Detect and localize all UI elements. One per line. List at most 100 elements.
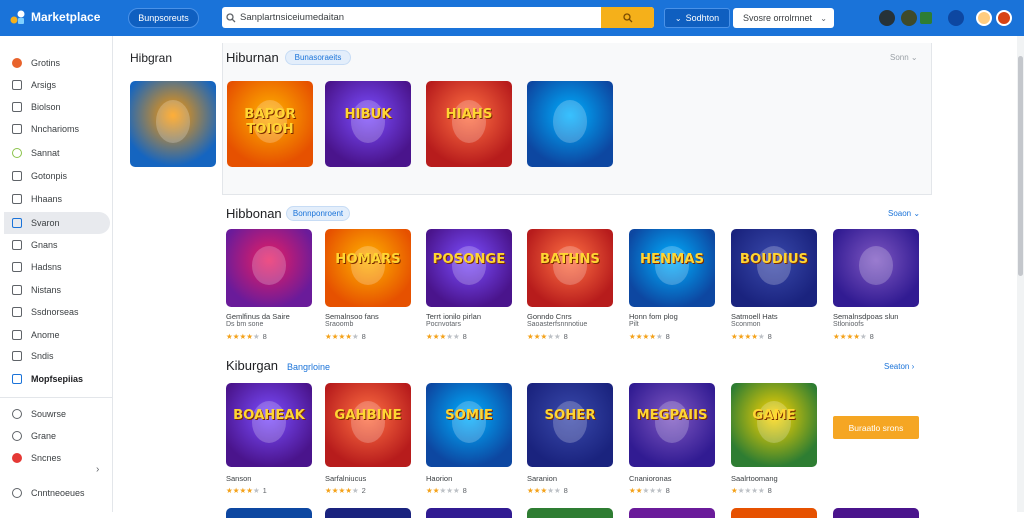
game-card-art[interactable] bbox=[833, 229, 919, 307]
game-card-art[interactable] bbox=[629, 508, 715, 518]
sidebar-item-label: Hhaans bbox=[31, 194, 63, 204]
game-card-art[interactable]: BOUDIUS bbox=[731, 229, 817, 307]
window-icon bbox=[10, 123, 23, 136]
header-pill-button[interactable]: Bunpsoreuts bbox=[128, 8, 199, 28]
tile-title-art: HENMAS bbox=[639, 252, 705, 268]
search-bar[interactable]: Sanplartnsiceiumedaitan bbox=[222, 7, 654, 28]
row2-chip[interactable]: Bangrloine bbox=[287, 362, 330, 372]
tile-title-art: BATHNS bbox=[540, 252, 600, 268]
party-icon[interactable] bbox=[901, 10, 917, 26]
monitor-icon bbox=[10, 101, 23, 114]
featured-see-all[interactable]: Sonn ⌄ bbox=[890, 53, 918, 62]
sidebar-item-7[interactable]: Svaron bbox=[4, 212, 110, 234]
featured-tile[interactable]: BAPOR TOIOH bbox=[227, 81, 313, 167]
game-card-title[interactable]: Gonndo Cnrs bbox=[527, 312, 572, 321]
game-card-art[interactable]: POSONGE bbox=[426, 229, 512, 307]
chevron-down-icon: ⌄ bbox=[674, 13, 682, 23]
notification-icon[interactable] bbox=[948, 10, 964, 26]
row1-chip[interactable]: Bonnponroent bbox=[286, 206, 350, 221]
sidebar-item-15[interactable]: Souwrse bbox=[4, 403, 110, 425]
sidebar-item-4[interactable]: Sannat bbox=[4, 142, 110, 164]
game-card-art[interactable]: BATHNS bbox=[527, 229, 613, 307]
rating-stars: ★★★★★ 8 bbox=[226, 332, 267, 341]
game-card-art[interactable] bbox=[527, 508, 613, 518]
row2-see-all[interactable]: Seaton › bbox=[884, 362, 914, 371]
game-card-title[interactable]: Saranion bbox=[527, 474, 557, 483]
sidebar-item-11[interactable]: Ssdnorseas bbox=[4, 301, 110, 323]
game-card-title[interactable]: Terrt ionilo pirlan bbox=[426, 312, 481, 321]
scrollbar[interactable] bbox=[1017, 36, 1024, 512]
game-card-art[interactable] bbox=[325, 508, 411, 518]
game-card-art[interactable] bbox=[226, 508, 312, 518]
chevron-down-icon: ⌄ bbox=[820, 13, 827, 23]
game-card-title[interactable]: Sarfalniucus bbox=[325, 474, 366, 483]
sidebar-item-6[interactable]: Hhaans bbox=[4, 188, 110, 210]
search-button[interactable] bbox=[601, 7, 654, 28]
tile-title-art: GAHBINE bbox=[334, 408, 402, 424]
scrollbar-thumb[interactable] bbox=[1018, 56, 1023, 276]
grid-apps-icon[interactable] bbox=[920, 12, 932, 24]
game-card-title[interactable]: Haorion bbox=[426, 474, 452, 483]
tile-title-art: SOHER bbox=[544, 408, 596, 424]
sidebar-item-12[interactable]: Anome bbox=[4, 324, 110, 346]
game-card-art[interactable] bbox=[731, 508, 817, 518]
sidebar-item-1[interactable]: Arsigs bbox=[4, 74, 110, 96]
sidebar-item-0[interactable]: Grotins bbox=[4, 52, 110, 74]
game-card-title[interactable]: Honn fom plog bbox=[629, 312, 678, 321]
palette-icon bbox=[10, 147, 23, 160]
search-input[interactable]: Sanplartnsiceiumedaitan bbox=[240, 12, 601, 23]
sidebar-item-14[interactable]: Mopfsepiias bbox=[4, 368, 110, 390]
game-card-art[interactable] bbox=[226, 229, 312, 307]
person-icon bbox=[10, 329, 23, 342]
sidebar-item-5[interactable]: Gotonpis bbox=[4, 165, 110, 187]
featured-tile[interactable]: HIAHS bbox=[426, 81, 512, 167]
game-card-title[interactable]: Sanson bbox=[226, 474, 251, 483]
brand-logo[interactable]: Marketplace bbox=[10, 9, 100, 25]
sidebar-item-9[interactable]: Hadsns bbox=[4, 256, 110, 278]
sidebar-item-8[interactable]: Gnans bbox=[4, 234, 110, 256]
nav-dropdown[interactable]: ⌄ Sodhton bbox=[664, 8, 730, 28]
game-card-title[interactable]: Cnanioronas bbox=[629, 474, 672, 483]
game-card-art[interactable]: GAHBINE bbox=[325, 383, 411, 467]
game-card-art[interactable]: HOMARS bbox=[325, 229, 411, 307]
sidebar-item-17[interactable]: Sncnes bbox=[4, 447, 110, 469]
sidebar-item-10[interactable]: Nistans bbox=[4, 279, 110, 301]
rating-stars: ★★★★★ 2 bbox=[325, 486, 366, 495]
game-card-title[interactable]: Semalnsoo fans bbox=[325, 312, 379, 321]
category-select[interactable]: Svosre orrolrnnet ⌄ bbox=[733, 8, 834, 28]
promo-button[interactable]: Buraatlo srons bbox=[833, 416, 919, 439]
game-card-title[interactable]: Semalnsdpoas slun bbox=[833, 312, 898, 321]
search-go-icon bbox=[622, 12, 632, 22]
hero-tile[interactable] bbox=[130, 81, 216, 167]
game-card-title[interactable]: Satmoell Hats bbox=[731, 312, 778, 321]
home-icon bbox=[10, 350, 23, 363]
friends-icon[interactable] bbox=[879, 10, 895, 26]
avatar[interactable] bbox=[976, 10, 992, 26]
rating-stars: ★★★★★ 8 bbox=[833, 332, 874, 341]
rating-stars: ★★★★★ 8 bbox=[527, 486, 568, 495]
game-card-subtitle: Pocnvotars bbox=[426, 321, 462, 328]
game-card-art[interactable]: SOHER bbox=[527, 383, 613, 467]
game-card-art[interactable]: SOMIE bbox=[426, 383, 512, 467]
sidebar-item-16[interactable]: Grane bbox=[4, 425, 110, 447]
sidebar-item-2[interactable]: Biolson bbox=[4, 96, 110, 118]
row1-see-all[interactable]: Soaon ⌄ bbox=[888, 209, 920, 218]
game-card-title[interactable]: Gemlfinus da Saire bbox=[226, 312, 290, 321]
game-card-art[interactable]: HENMAS bbox=[629, 229, 715, 307]
featured-tile[interactable]: HIBUK bbox=[325, 81, 411, 167]
featured-chip[interactable]: Bunasoraeits bbox=[285, 50, 351, 65]
game-card-art[interactable]: BOAHEAK bbox=[226, 383, 312, 467]
game-card-title[interactable]: Saalrtoomang bbox=[731, 474, 778, 483]
featured-tile[interactable] bbox=[527, 81, 613, 167]
game-card-art[interactable]: MEGPAIIS bbox=[629, 383, 715, 467]
sidebar-item-13[interactable]: Sndis bbox=[4, 345, 110, 367]
game-character-art bbox=[552, 99, 588, 143]
game-card-art[interactable] bbox=[833, 508, 919, 518]
sidebar-item-18[interactable]: Cnntneoeues bbox=[4, 482, 110, 504]
sidebar-item-label: Nncharioms bbox=[31, 124, 80, 134]
avatar-secondary[interactable] bbox=[996, 10, 1012, 26]
game-card-art[interactable]: GAME bbox=[731, 383, 817, 467]
chevron-right-icon[interactable]: › bbox=[96, 464, 99, 475]
sidebar-item-3[interactable]: Nncharioms bbox=[4, 118, 110, 140]
game-card-art[interactable] bbox=[426, 508, 512, 518]
